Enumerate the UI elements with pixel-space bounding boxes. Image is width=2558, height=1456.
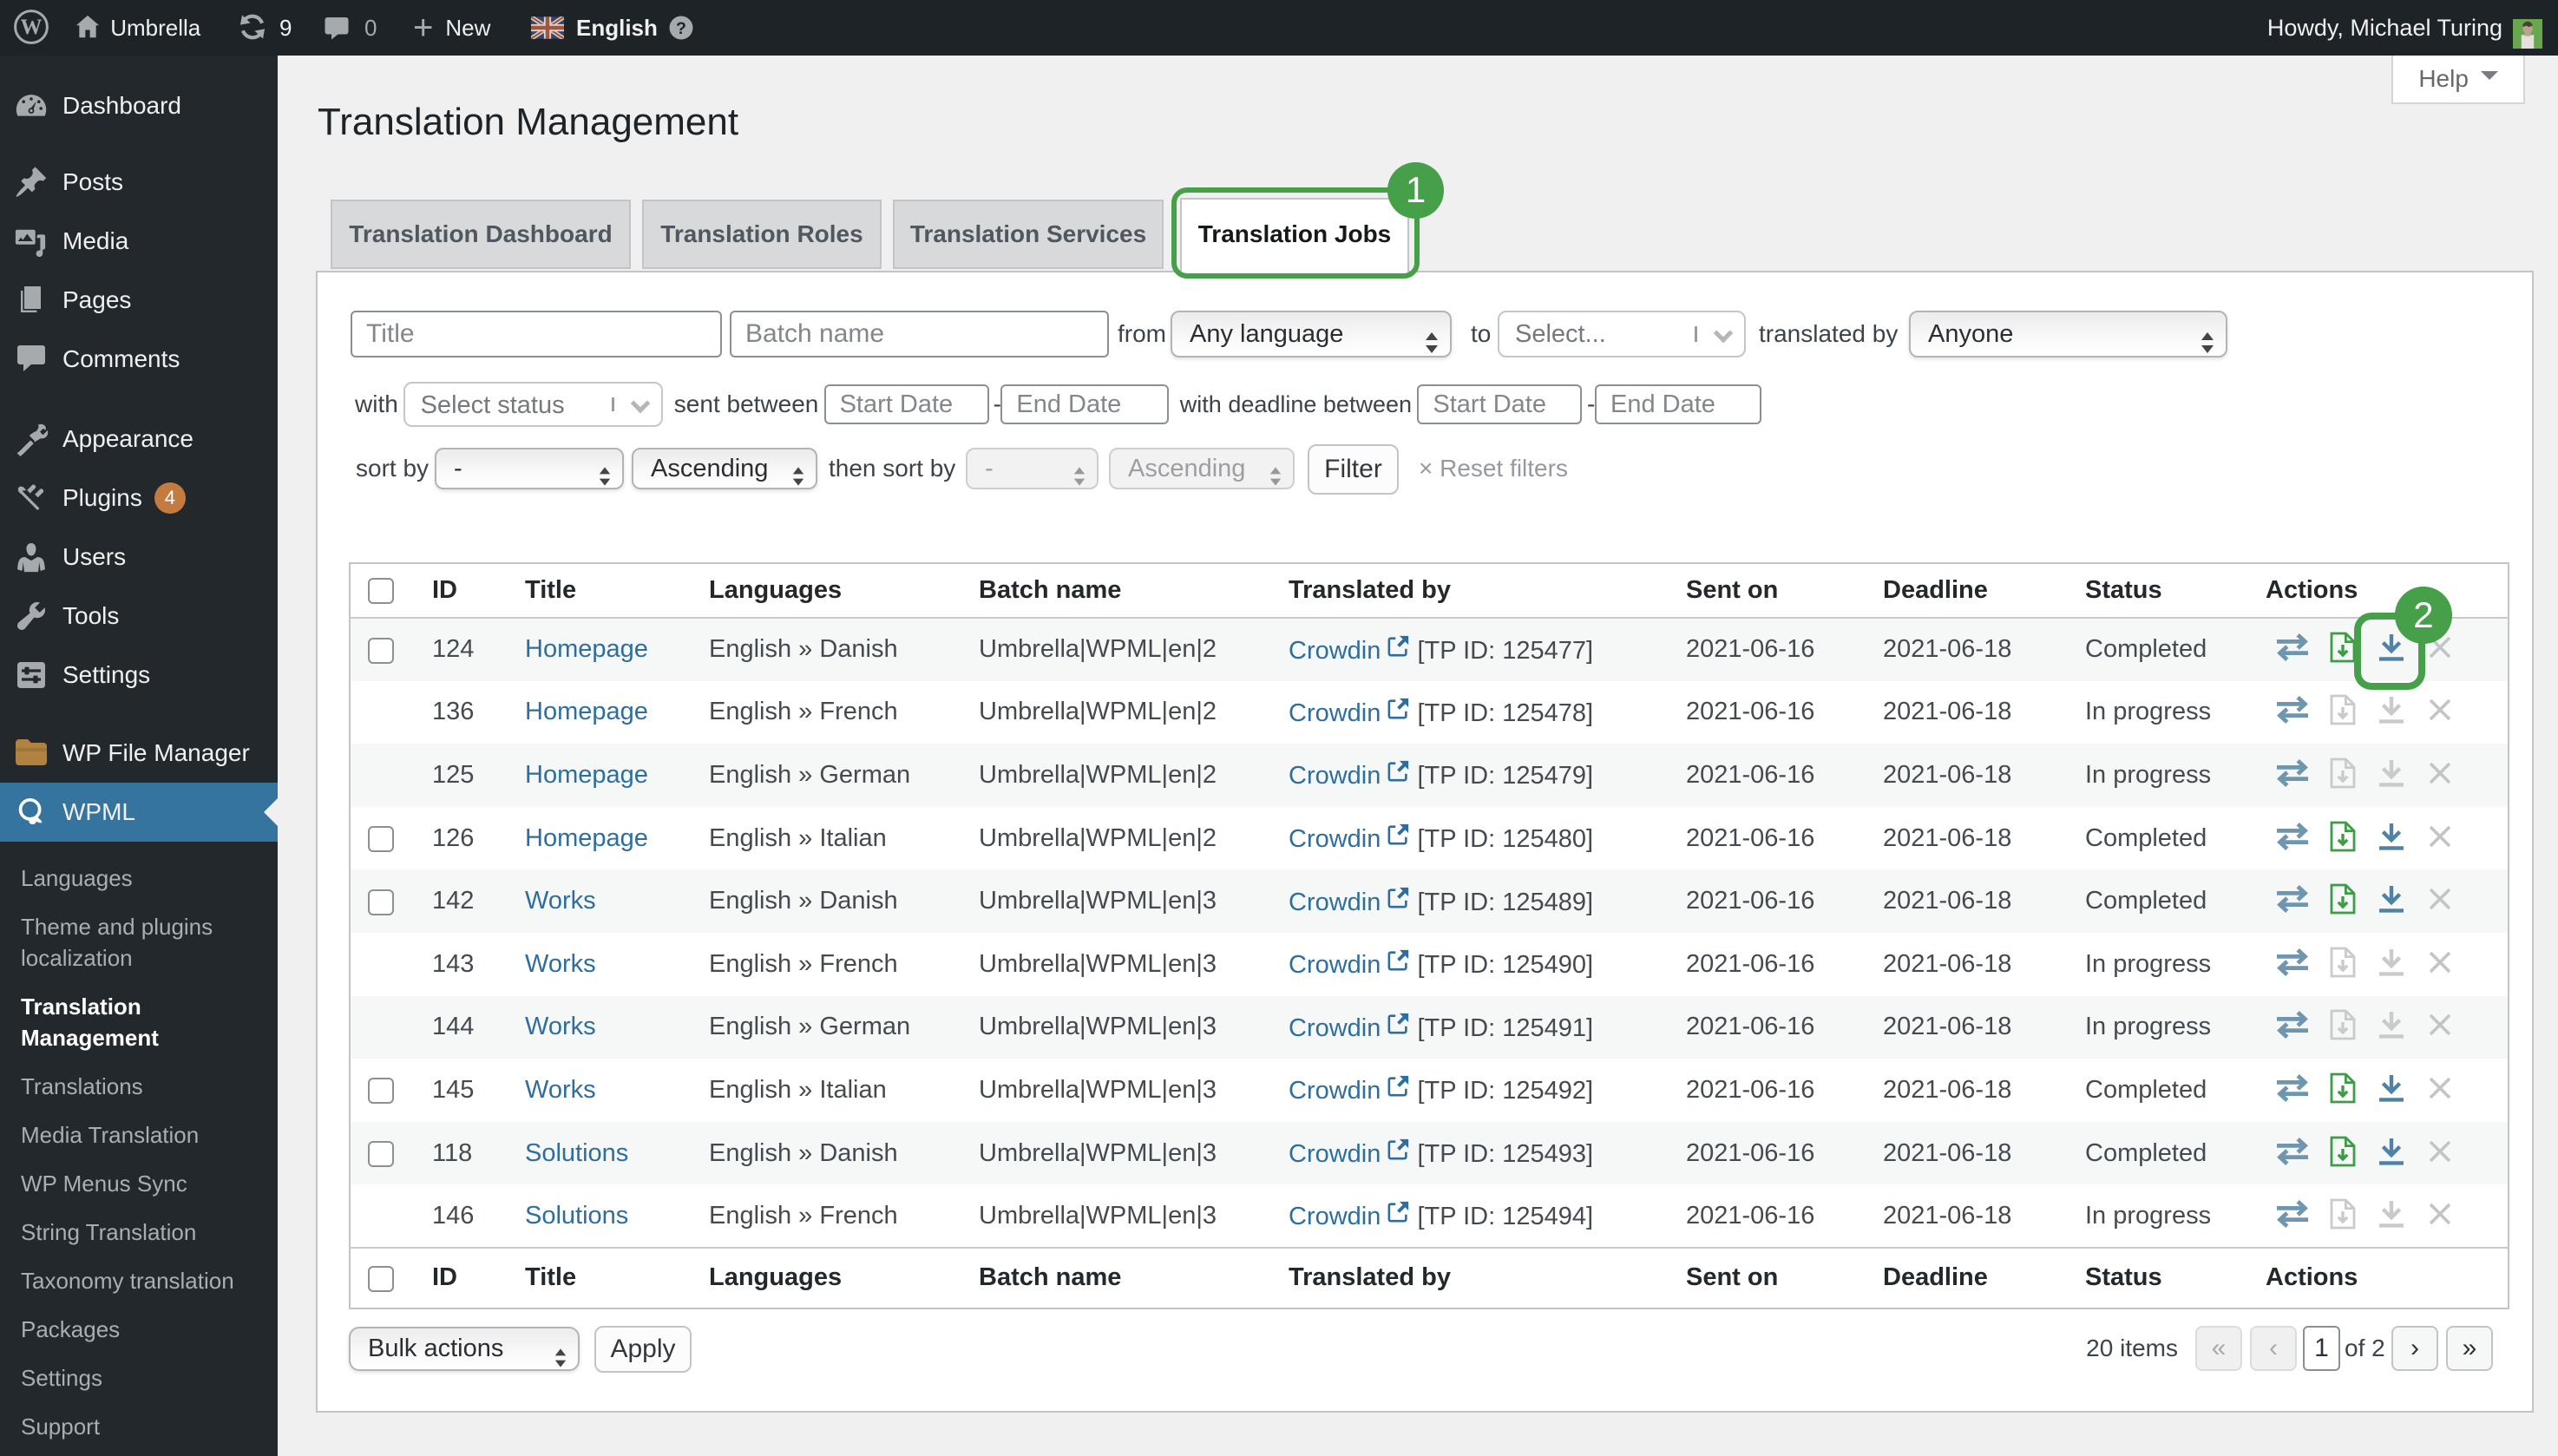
svg-text:?: ? — [676, 19, 686, 38]
svg-text:W: W — [21, 16, 43, 39]
